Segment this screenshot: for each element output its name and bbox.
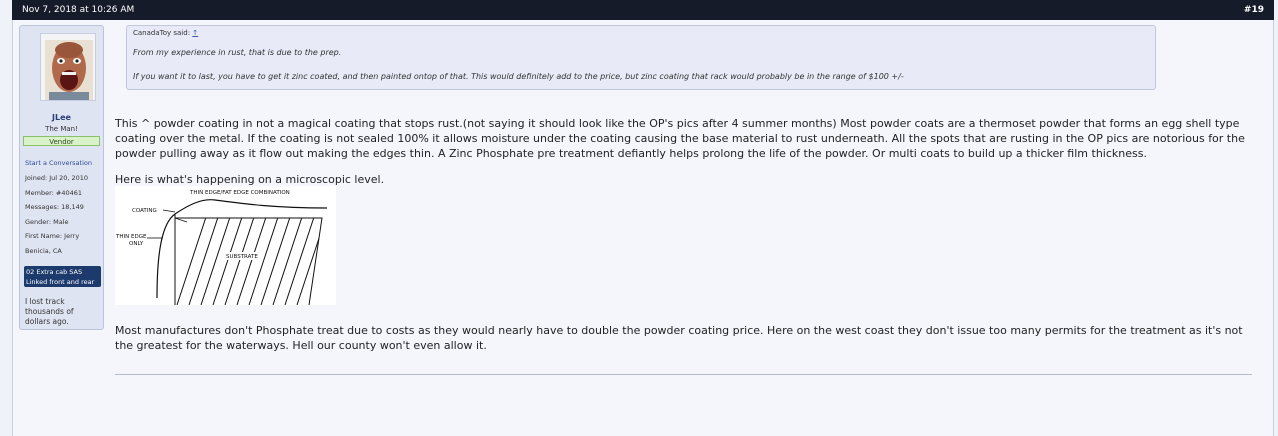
quote-author: CanadaToy said: ↑	[133, 29, 198, 37]
quote-author-name: CanadaToy said:	[133, 29, 191, 37]
post-number-link[interactable]: #19	[1244, 0, 1264, 20]
quote-jump-link[interactable]: ↑	[192, 29, 198, 37]
avatar[interactable]	[40, 33, 96, 101]
post-header-bar: Nov 7, 2018 at 10:26 AM #19	[12, 0, 1274, 20]
post-divider	[115, 374, 1252, 375]
quote-block: CanadaToy said: ↑ From my experience in …	[126, 25, 1156, 90]
post-date: Nov 7, 2018 at 10:26 AM	[22, 5, 135, 15]
diagram-label-substrate: SUBSTRATE	[226, 254, 258, 260]
user-gender: Gender: Male	[25, 218, 69, 226]
post-paragraph-2: Most manufactures don't Phosphate treat …	[115, 324, 1243, 352]
signature-badge-line1: 02 Extra cab SAS	[26, 268, 83, 276]
diagram-title: THIN EDGE/FAT EDGE COMBINATION	[189, 190, 290, 196]
post-microscopic-line: Here is what's happening on a microscopi…	[115, 173, 385, 186]
quote-line-1: From my experience in rust, that is due …	[133, 48, 342, 57]
diagram-label-thin-edge: THIN EDGE	[115, 234, 147, 240]
member-number: Member: #40461	[25, 189, 83, 197]
start-conversation-link[interactable]: Start a Conversation	[25, 159, 92, 167]
message-count: Messages: 18,149	[25, 203, 84, 211]
user-location: Benicia, CA	[25, 247, 62, 255]
signature-badge-line2: Linked front and rear	[26, 278, 95, 286]
post-paragraph-1: This ^ powder coating in not a magical c…	[115, 117, 1245, 160]
vendor-banner: Vendor	[23, 136, 100, 146]
quote-line-2: If you want it to last, you have to get …	[133, 72, 904, 81]
user-info-sidebar: JLee The Man! Vendor Start a Conversatio…	[19, 25, 104, 330]
coating-diagram-image[interactable]: THIN EDGE/FAT EDGE COMBINATION COATING T…	[115, 186, 336, 306]
username-link[interactable]: JLee	[20, 113, 103, 122]
signature-badge: 02 Extra cab SAS Linked front and rear	[24, 266, 101, 287]
user-first-name: First Name: Jerry	[25, 232, 80, 240]
diagram-label-only: ONLY	[129, 241, 144, 247]
diagram-label-coating: COATING	[132, 208, 157, 214]
signature-text: I lost track thousands of dollars ago.	[25, 297, 74, 326]
user-title: The Man!	[45, 125, 78, 133]
joined-date: Joined: Jul 20, 2010	[25, 174, 89, 182]
